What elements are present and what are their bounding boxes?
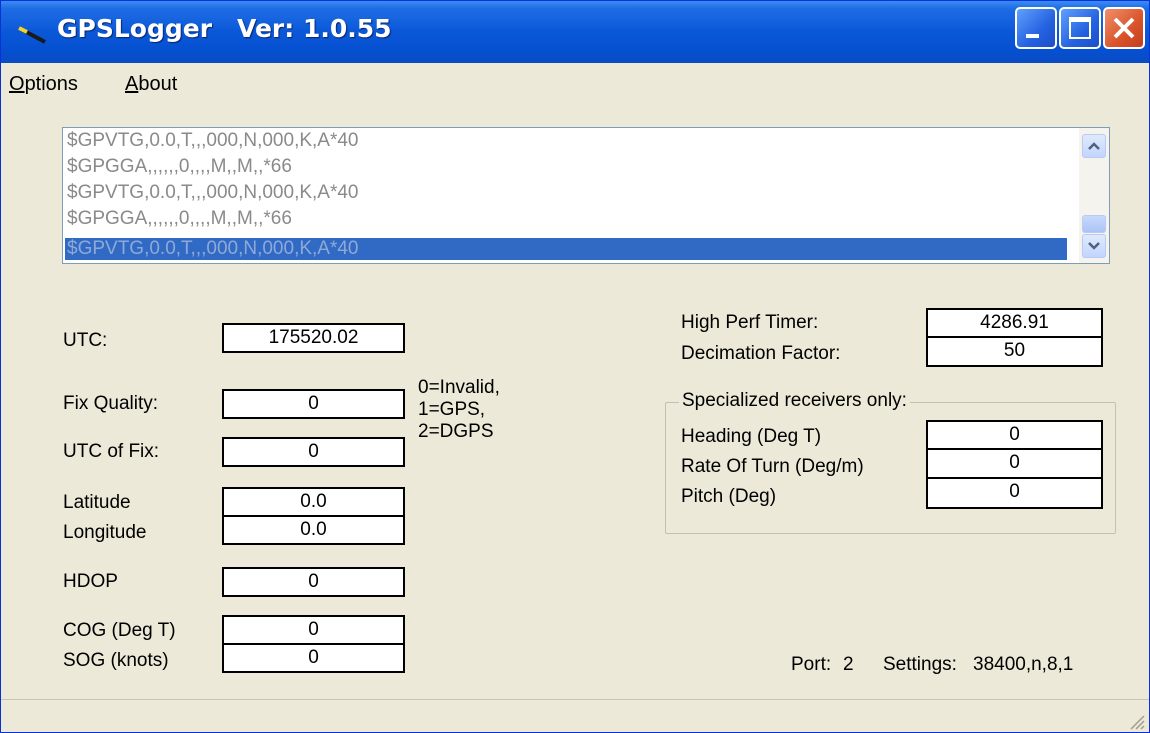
fix-legend-invalid: 0=Invalid, bbox=[418, 377, 500, 398]
decimation-factor-label: Decimation Factor: bbox=[681, 343, 841, 364]
pitch-field: 0 bbox=[926, 479, 1103, 509]
settings-label: Settings: bbox=[883, 654, 957, 675]
utc-field: 175520.02 bbox=[222, 323, 405, 353]
fix-legend-dgps: 2=DGPS bbox=[418, 421, 494, 442]
rate-of-turn-label: Rate Of Turn (Deg/m) bbox=[681, 456, 864, 477]
latitude-field: 0.0 bbox=[222, 487, 405, 517]
high-perf-timer-label: High Perf Timer: bbox=[681, 312, 819, 333]
port-value: 2 bbox=[843, 654, 854, 675]
hdop-field: 0 bbox=[222, 567, 405, 597]
longitude-label: Longitude bbox=[63, 522, 147, 543]
nmea-sentence-list[interactable]: $GPVTG,0.0,T,,,000,N,000,K,A*40 $GPGGA,,… bbox=[62, 127, 1110, 264]
decimation-factor-field: 50 bbox=[926, 338, 1103, 367]
list-item[interactable]: $GPGGA,,,,,,0,,,,M,,M,,*66 bbox=[65, 156, 1067, 178]
minimize-button[interactable] bbox=[1015, 7, 1057, 49]
maximize-button[interactable] bbox=[1059, 7, 1101, 49]
satellite-app-icon bbox=[18, 26, 46, 44]
utc-of-fix-label: UTC of Fix: bbox=[63, 441, 160, 462]
high-perf-timer-field: 4286.91 bbox=[926, 308, 1103, 338]
heading-label: Heading (Deg T) bbox=[681, 426, 822, 447]
list-scrollbar[interactable] bbox=[1079, 128, 1109, 263]
chevron-up-icon bbox=[1088, 142, 1100, 150]
minimize-icon bbox=[1026, 34, 1039, 38]
window-title-app: GPSLogger bbox=[57, 14, 213, 43]
list-item[interactable]: $GPVTG,0.0,T,,,000,N,000,K,A*40 bbox=[65, 130, 1067, 152]
scroll-up-button[interactable] bbox=[1082, 134, 1106, 158]
menu-about[interactable]: About bbox=[125, 73, 177, 96]
port-label: Port: bbox=[791, 654, 832, 675]
fix-legend-gps: 1=GPS, bbox=[418, 399, 486, 420]
utc-of-fix-field: 0 bbox=[222, 437, 405, 467]
window-title-version: Ver: 1.0.55 bbox=[237, 14, 392, 43]
cog-field: 0 bbox=[222, 615, 405, 645]
scroll-thumb[interactable] bbox=[1082, 215, 1106, 233]
status-bar bbox=[1, 699, 1149, 732]
list-item-selected[interactable]: $GPVTG,0.0,T,,,000,N,000,K,A*40 bbox=[65, 238, 1067, 260]
scroll-down-button[interactable] bbox=[1082, 234, 1106, 258]
sog-field: 0 bbox=[222, 645, 405, 673]
settings-value: 38400,n,8,1 bbox=[973, 654, 1074, 675]
pitch-label: Pitch (Deg) bbox=[681, 486, 777, 507]
specialized-receivers-title: Specialized receivers only: bbox=[679, 390, 910, 412]
close-button[interactable] bbox=[1103, 7, 1145, 49]
maximize-icon bbox=[1069, 17, 1091, 39]
hdop-label: HDOP bbox=[63, 571, 118, 592]
longitude-field: 0.0 bbox=[222, 517, 405, 545]
fix-quality-field: 0 bbox=[222, 389, 405, 419]
heading-field: 0 bbox=[926, 420, 1103, 450]
latitude-label: Latitude bbox=[63, 492, 131, 513]
rate-of-turn-field: 0 bbox=[926, 450, 1103, 479]
resize-grip-icon[interactable] bbox=[1125, 710, 1145, 730]
cog-label: COG (Deg T) bbox=[63, 620, 176, 641]
menu-bar: Options About bbox=[1, 63, 1149, 105]
sog-label: SOG (knots) bbox=[63, 650, 169, 671]
utc-label: UTC: bbox=[63, 330, 108, 351]
gpslogger-window: GPSLogger Ver: 1.0.55 Options About $GPV… bbox=[0, 0, 1150, 733]
close-icon bbox=[1113, 17, 1135, 39]
title-bar[interactable]: GPSLogger Ver: 1.0.55 bbox=[1, 1, 1149, 63]
chevron-down-icon bbox=[1088, 242, 1100, 250]
fix-quality-label: Fix Quality: bbox=[63, 393, 159, 414]
list-item[interactable]: $GPVTG,0.0,T,,,000,N,000,K,A*40 bbox=[65, 182, 1067, 204]
menu-options[interactable]: Options bbox=[9, 73, 78, 96]
list-item[interactable]: $GPGGA,,,,,,0,,,,M,,M,,*66 bbox=[65, 208, 1067, 230]
